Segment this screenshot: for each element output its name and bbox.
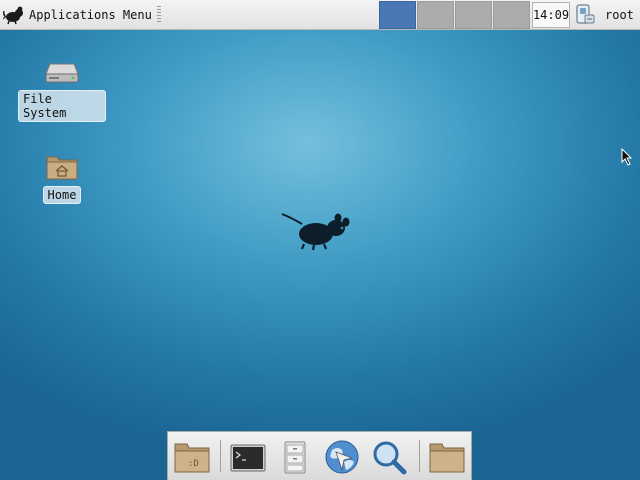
xfce-mouse-icon [3, 6, 23, 25]
applications-menu-label: Applications Menu [29, 8, 152, 22]
desktop-icon-label: File System [18, 90, 106, 122]
svg-text::D: :D [188, 459, 199, 469]
drive-icon [45, 63, 79, 83]
terminal-icon [230, 444, 266, 472]
workspace-2[interactable] [417, 1, 454, 29]
web-browser-launcher[interactable] [322, 438, 362, 476]
app-finder-launcher[interactable] [369, 438, 409, 476]
terminal-launcher[interactable] [228, 438, 268, 476]
clock[interactable]: 14:09 [532, 2, 570, 28]
xfce-mouse-logo [281, 213, 350, 251]
desktop-icon-home[interactable]: Home [40, 152, 84, 204]
archive-launcher[interactable] [275, 438, 315, 476]
workspace-3[interactable] [455, 1, 492, 29]
workspace-4[interactable] [493, 1, 530, 29]
user-name[interactable]: root [605, 8, 634, 22]
top-panel: Applications Menu 14:09 root [0, 0, 640, 30]
dock-separator [419, 440, 420, 472]
file-cabinet-icon [284, 441, 306, 474]
workspace-switcher [379, 1, 531, 29]
clock-time: 14:09 [532, 8, 570, 22]
desktop-icon-file-system[interactable]: File System [18, 58, 106, 122]
folder-launcher[interactable] [427, 438, 467, 476]
file-manager-launcher[interactable]: :D [172, 438, 212, 476]
bottom-dock: :D [167, 431, 472, 480]
applications-menu-button[interactable]: Applications Menu [3, 3, 153, 27]
home-folder-icon [46, 156, 78, 180]
workspace-1[interactable] [379, 1, 416, 29]
folder-icon [429, 443, 465, 473]
dock-separator [220, 440, 221, 472]
panel-handle[interactable] [157, 6, 161, 24]
tray-icon[interactable] [573, 3, 597, 27]
power-manager-icon [576, 4, 595, 24]
folder-icon: :D [174, 443, 210, 473]
globe-icon [325, 440, 359, 474]
mouse-pointer-icon [621, 148, 633, 166]
magnifier-icon [373, 441, 407, 475]
desktop-icon-label: Home [42, 186, 82, 204]
